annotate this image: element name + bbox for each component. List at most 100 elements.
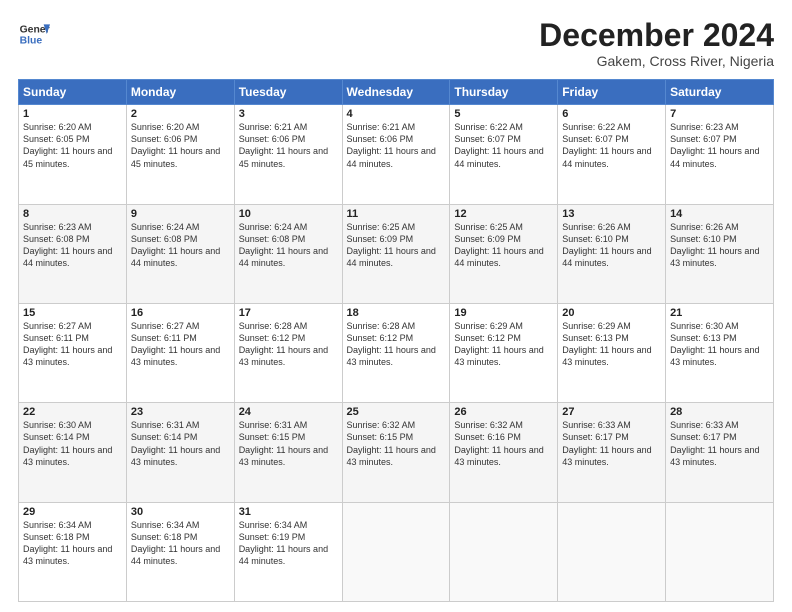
day-number: 2: [131, 108, 230, 120]
day-info: Sunrise: 6:27 AMSunset: 6:11 PMDaylight:…: [23, 321, 112, 367]
day-number: 27: [562, 406, 661, 418]
day-number: 29: [23, 506, 122, 518]
calendar-week-row: 22 Sunrise: 6:30 AMSunset: 6:14 PMDaylig…: [19, 403, 774, 502]
day-info: Sunrise: 6:29 AMSunset: 6:13 PMDaylight:…: [562, 321, 651, 367]
day-number: 9: [131, 208, 230, 220]
logo-icon: General Blue: [18, 18, 50, 50]
day-info: Sunrise: 6:25 AMSunset: 6:09 PMDaylight:…: [347, 222, 436, 268]
day-info: Sunrise: 6:28 AMSunset: 6:12 PMDaylight:…: [347, 321, 436, 367]
title-block: December 2024 Gakem, Cross River, Nigeri…: [539, 18, 774, 69]
day-number: 26: [454, 406, 553, 418]
day-info: Sunrise: 6:28 AMSunset: 6:12 PMDaylight:…: [239, 321, 328, 367]
day-number: 23: [131, 406, 230, 418]
day-number: 4: [347, 108, 446, 120]
table-row: [342, 502, 450, 601]
day-number: 30: [131, 506, 230, 518]
day-number: 19: [454, 307, 553, 319]
svg-text:Blue: Blue: [20, 36, 43, 47]
day-info: Sunrise: 6:32 AMSunset: 6:15 PMDaylight:…: [347, 420, 436, 466]
table-row: [558, 502, 666, 601]
day-number: 7: [670, 108, 769, 120]
table-row: 12 Sunrise: 6:25 AMSunset: 6:09 PMDaylig…: [450, 204, 558, 303]
day-number: 22: [23, 406, 122, 418]
day-number: 5: [454, 108, 553, 120]
header: General Blue December 2024 Gakem, Cross …: [18, 18, 774, 69]
calendar-table: Sunday Monday Tuesday Wednesday Thursday…: [18, 79, 774, 602]
day-info: Sunrise: 6:26 AMSunset: 6:10 PMDaylight:…: [670, 222, 759, 268]
day-number: 6: [562, 108, 661, 120]
table-row: 17 Sunrise: 6:28 AMSunset: 6:12 PMDaylig…: [234, 303, 342, 402]
table-row: 20 Sunrise: 6:29 AMSunset: 6:13 PMDaylig…: [558, 303, 666, 402]
table-row: 24 Sunrise: 6:31 AMSunset: 6:15 PMDaylig…: [234, 403, 342, 502]
day-info: Sunrise: 6:24 AMSunset: 6:08 PMDaylight:…: [131, 222, 220, 268]
header-friday: Friday: [558, 80, 666, 105]
calendar-week-row: 15 Sunrise: 6:27 AMSunset: 6:11 PMDaylig…: [19, 303, 774, 402]
day-info: Sunrise: 6:22 AMSunset: 6:07 PMDaylight:…: [562, 122, 651, 168]
day-number: 25: [347, 406, 446, 418]
table-row: 8 Sunrise: 6:23 AMSunset: 6:08 PMDayligh…: [19, 204, 127, 303]
day-info: Sunrise: 6:29 AMSunset: 6:12 PMDaylight:…: [454, 321, 543, 367]
table-row: 26 Sunrise: 6:32 AMSunset: 6:16 PMDaylig…: [450, 403, 558, 502]
day-info: Sunrise: 6:25 AMSunset: 6:09 PMDaylight:…: [454, 222, 543, 268]
table-row: 18 Sunrise: 6:28 AMSunset: 6:12 PMDaylig…: [342, 303, 450, 402]
day-info: Sunrise: 6:34 AMSunset: 6:19 PMDaylight:…: [239, 520, 328, 566]
table-row: 9 Sunrise: 6:24 AMSunset: 6:08 PMDayligh…: [126, 204, 234, 303]
table-row: 21 Sunrise: 6:30 AMSunset: 6:13 PMDaylig…: [666, 303, 774, 402]
header-saturday: Saturday: [666, 80, 774, 105]
day-info: Sunrise: 6:23 AMSunset: 6:07 PMDaylight:…: [670, 122, 759, 168]
table-row: 14 Sunrise: 6:26 AMSunset: 6:10 PMDaylig…: [666, 204, 774, 303]
calendar-header-row: Sunday Monday Tuesday Wednesday Thursday…: [19, 80, 774, 105]
day-number: 11: [347, 208, 446, 220]
table-row: 3 Sunrise: 6:21 AMSunset: 6:06 PMDayligh…: [234, 105, 342, 204]
day-info: Sunrise: 6:20 AMSunset: 6:05 PMDaylight:…: [23, 122, 112, 168]
day-info: Sunrise: 6:30 AMSunset: 6:14 PMDaylight:…: [23, 420, 112, 466]
header-wednesday: Wednesday: [342, 80, 450, 105]
day-info: Sunrise: 6:21 AMSunset: 6:06 PMDaylight:…: [239, 122, 328, 168]
table-row: 13 Sunrise: 6:26 AMSunset: 6:10 PMDaylig…: [558, 204, 666, 303]
day-info: Sunrise: 6:33 AMSunset: 6:17 PMDaylight:…: [562, 420, 651, 466]
day-info: Sunrise: 6:22 AMSunset: 6:07 PMDaylight:…: [454, 122, 543, 168]
table-row: [450, 502, 558, 601]
table-row: 10 Sunrise: 6:24 AMSunset: 6:08 PMDaylig…: [234, 204, 342, 303]
calendar-week-row: 8 Sunrise: 6:23 AMSunset: 6:08 PMDayligh…: [19, 204, 774, 303]
month-year-title: December 2024: [539, 18, 774, 53]
day-number: 16: [131, 307, 230, 319]
day-info: Sunrise: 6:21 AMSunset: 6:06 PMDaylight:…: [347, 122, 436, 168]
day-number: 8: [23, 208, 122, 220]
calendar-week-row: 1 Sunrise: 6:20 AMSunset: 6:05 PMDayligh…: [19, 105, 774, 204]
table-row: 1 Sunrise: 6:20 AMSunset: 6:05 PMDayligh…: [19, 105, 127, 204]
day-number: 28: [670, 406, 769, 418]
table-row: 28 Sunrise: 6:33 AMSunset: 6:17 PMDaylig…: [666, 403, 774, 502]
table-row: 25 Sunrise: 6:32 AMSunset: 6:15 PMDaylig…: [342, 403, 450, 502]
day-number: 24: [239, 406, 338, 418]
day-info: Sunrise: 6:24 AMSunset: 6:08 PMDaylight:…: [239, 222, 328, 268]
location-subtitle: Gakem, Cross River, Nigeria: [539, 53, 774, 69]
table-row: 22 Sunrise: 6:30 AMSunset: 6:14 PMDaylig…: [19, 403, 127, 502]
day-info: Sunrise: 6:20 AMSunset: 6:06 PMDaylight:…: [131, 122, 220, 168]
table-row: 4 Sunrise: 6:21 AMSunset: 6:06 PMDayligh…: [342, 105, 450, 204]
day-number: 31: [239, 506, 338, 518]
day-info: Sunrise: 6:31 AMSunset: 6:15 PMDaylight:…: [239, 420, 328, 466]
day-number: 3: [239, 108, 338, 120]
table-row: 30 Sunrise: 6:34 AMSunset: 6:18 PMDaylig…: [126, 502, 234, 601]
day-info: Sunrise: 6:26 AMSunset: 6:10 PMDaylight:…: [562, 222, 651, 268]
logo: General Blue: [18, 18, 50, 50]
table-row: 2 Sunrise: 6:20 AMSunset: 6:06 PMDayligh…: [126, 105, 234, 204]
day-number: 17: [239, 307, 338, 319]
calendar-week-row: 29 Sunrise: 6:34 AMSunset: 6:18 PMDaylig…: [19, 502, 774, 601]
header-monday: Monday: [126, 80, 234, 105]
day-number: 18: [347, 307, 446, 319]
day-number: 20: [562, 307, 661, 319]
table-row: 27 Sunrise: 6:33 AMSunset: 6:17 PMDaylig…: [558, 403, 666, 502]
table-row: 19 Sunrise: 6:29 AMSunset: 6:12 PMDaylig…: [450, 303, 558, 402]
day-number: 12: [454, 208, 553, 220]
day-info: Sunrise: 6:34 AMSunset: 6:18 PMDaylight:…: [131, 520, 220, 566]
page: General Blue December 2024 Gakem, Cross …: [0, 0, 792, 612]
day-number: 1: [23, 108, 122, 120]
header-sunday: Sunday: [19, 80, 127, 105]
table-row: 6 Sunrise: 6:22 AMSunset: 6:07 PMDayligh…: [558, 105, 666, 204]
day-info: Sunrise: 6:30 AMSunset: 6:13 PMDaylight:…: [670, 321, 759, 367]
day-info: Sunrise: 6:33 AMSunset: 6:17 PMDaylight:…: [670, 420, 759, 466]
header-thursday: Thursday: [450, 80, 558, 105]
header-tuesday: Tuesday: [234, 80, 342, 105]
